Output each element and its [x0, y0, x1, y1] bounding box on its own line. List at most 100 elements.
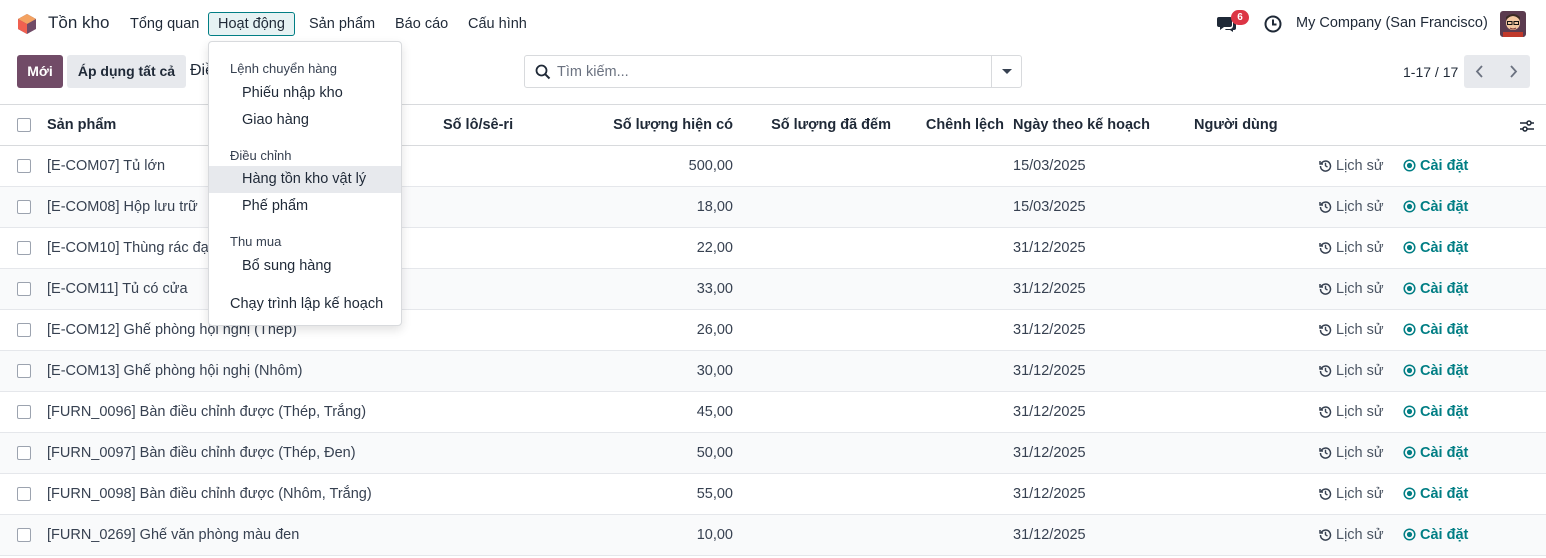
row-checkbox[interactable] — [17, 487, 31, 501]
history-button[interactable]: Lịch sử — [1319, 281, 1384, 297]
column-difference[interactable]: Chênh lệch — [904, 117, 1004, 133]
table-row[interactable]: [FURN_0269] Ghế văn phòng màu đen 10,00 31… — [0, 515, 1546, 556]
history-button[interactable]: Lịch sử — [1319, 527, 1384, 543]
clock-icon[interactable] — [1264, 15, 1282, 33]
search-options-toggle[interactable] — [991, 56, 1021, 87]
row-checkbox[interactable] — [17, 159, 31, 173]
cell-on-hand: 30,00 — [696, 363, 733, 379]
history-button[interactable]: Lịch sử — [1319, 404, 1384, 420]
set-button[interactable]: Cài đặt — [1403, 240, 1468, 256]
column-user[interactable]: Người dùng — [1194, 117, 1278, 133]
set-button[interactable]: Cài đặt — [1403, 445, 1468, 461]
menu-item-replenishment[interactable]: Bổ sung hàng — [209, 253, 401, 280]
table-row[interactable]: [FURN_0097] Bàn điều chỉnh được (Thép, Đ… — [0, 433, 1546, 474]
column-lot[interactable]: Số lô/sê-ri — [443, 117, 513, 133]
menu-item-receipts[interactable]: Phiếu nhập kho — [209, 80, 401, 107]
history-icon — [1319, 365, 1332, 377]
cell-on-hand: 500,00 — [688, 158, 733, 174]
cell-product: [E-COM13] Ghế phòng hội nghị (Nhôm) — [47, 363, 303, 379]
cell-scheduled-date[interactable]: 31/12/2025 — [1013, 322, 1086, 338]
nav-reporting[interactable]: Báo cáo — [385, 12, 458, 36]
history-button[interactable]: Lịch sử — [1319, 445, 1384, 461]
row-checkbox[interactable] — [17, 282, 31, 296]
set-button[interactable]: Cài đặt — [1403, 158, 1468, 174]
set-label: Cài đặt — [1420, 199, 1469, 215]
set-label: Cài đặt — [1420, 527, 1469, 543]
optional-columns-icon[interactable] — [1520, 119, 1534, 133]
new-button[interactable]: Mới — [17, 55, 63, 88]
menu-item-scrap[interactable]: Phế phẩm — [209, 193, 401, 220]
cell-scheduled-date[interactable]: 31/12/2025 — [1013, 486, 1086, 502]
history-label: Lịch sử — [1336, 404, 1384, 420]
dropdown-section-transfers: Lệnh chuyển hàng — [230, 61, 337, 76]
row-checkbox[interactable] — [17, 200, 31, 214]
set-button[interactable]: Cài đặt — [1403, 527, 1468, 543]
table-row[interactable]: [E-COM13] Ghế phòng hội nghị (Nhôm) 30,00… — [0, 351, 1546, 392]
cell-scheduled-date[interactable]: 31/12/2025 — [1013, 527, 1086, 543]
set-label: Cài đặt — [1420, 281, 1469, 297]
nav-products[interactable]: Sản phẩm — [299, 12, 385, 36]
nav-overview[interactable]: Tổng quan — [120, 12, 209, 36]
history-button[interactable]: Lịch sử — [1319, 240, 1384, 256]
row-checkbox[interactable] — [17, 405, 31, 419]
company-switcher[interactable]: My Company (San Francisco) — [1296, 15, 1488, 31]
set-button[interactable]: Cài đặt — [1403, 281, 1468, 297]
history-icon — [1319, 406, 1332, 418]
set-button[interactable]: Cài đặt — [1403, 486, 1468, 502]
column-counted[interactable]: Số lượng đã đếm — [771, 117, 891, 133]
chat-badge: 6 — [1231, 10, 1249, 25]
bullseye-icon — [1403, 241, 1416, 254]
nav-operations[interactable]: Hoạt động — [208, 12, 295, 36]
set-button[interactable]: Cài đặt — [1403, 363, 1468, 379]
table-row[interactable]: [FURN_0098] Bàn điều chỉnh được (Nhôm, T… — [0, 474, 1546, 515]
cell-scheduled-date[interactable]: 31/12/2025 — [1013, 404, 1086, 420]
history-label: Lịch sử — [1336, 240, 1384, 256]
column-on-hand[interactable]: Số lượng hiện có — [613, 117, 733, 133]
history-label: Lịch sử — [1336, 281, 1384, 297]
cell-scheduled-date[interactable]: 31/12/2025 — [1013, 281, 1086, 297]
table-row[interactable]: [FURN_0096] Bàn điều chỉnh được (Thép, T… — [0, 392, 1546, 433]
cell-scheduled-date[interactable]: 15/03/2025 — [1013, 158, 1086, 174]
menu-item-deliveries[interactable]: Giao hàng — [209, 107, 401, 134]
cell-product: [E-COM07] Tủ lớn — [47, 158, 166, 174]
history-button[interactable]: Lịch sử — [1319, 486, 1384, 502]
cell-scheduled-date[interactable]: 31/12/2025 — [1013, 363, 1086, 379]
row-checkbox[interactable] — [17, 323, 31, 337]
set-button[interactable]: Cài đặt — [1403, 199, 1468, 215]
row-checkbox[interactable] — [17, 528, 31, 542]
history-button[interactable]: Lịch sử — [1319, 322, 1384, 338]
history-label: Lịch sử — [1336, 322, 1384, 338]
nav-configuration[interactable]: Cấu hình — [458, 12, 537, 36]
apply-all-button[interactable]: Áp dụng tất cả — [67, 55, 186, 88]
cell-product: [FURN_0096] Bàn điều chỉnh được (Thép, T… — [47, 404, 367, 420]
set-button[interactable]: Cài đặt — [1403, 322, 1468, 338]
history-icon — [1319, 242, 1332, 254]
search-input[interactable] — [557, 62, 987, 82]
inventory-app-logo-icon[interactable] — [17, 13, 37, 35]
cell-scheduled-date[interactable]: 15/03/2025 — [1013, 199, 1086, 215]
set-button[interactable]: Cài đặt — [1403, 404, 1468, 420]
app-name[interactable]: Tồn kho — [48, 13, 109, 33]
menu-item-physical-inventory[interactable]: Hàng tồn kho vật lý — [209, 166, 401, 193]
pager-value[interactable]: 1-17 / 17 — [1403, 64, 1458, 80]
dropdown-section-procurement: Thu mua — [230, 234, 282, 249]
operations-dropdown: Lệnh chuyển hàng Phiếu nhập kho Giao hàn… — [208, 41, 402, 326]
top-navbar: Tồn kho Tổng quan Hoạt động Sản phẩm Báo… — [0, 0, 1546, 47]
row-checkbox[interactable] — [17, 241, 31, 255]
history-button[interactable]: Lịch sử — [1319, 199, 1384, 215]
user-avatar[interactable] — [1500, 11, 1526, 37]
cell-scheduled-date[interactable]: 31/12/2025 — [1013, 445, 1086, 461]
history-button[interactable]: Lịch sử — [1319, 158, 1384, 174]
bullseye-icon — [1403, 528, 1416, 541]
cell-scheduled-date[interactable]: 31/12/2025 — [1013, 240, 1086, 256]
column-product[interactable]: Sản phẩm — [47, 117, 116, 133]
column-scheduled-date[interactable]: Ngày theo kế hoạch — [1013, 117, 1150, 133]
row-checkbox[interactable] — [17, 446, 31, 460]
pager-next-button[interactable] — [1497, 55, 1530, 88]
history-button[interactable]: Lịch sử — [1319, 363, 1384, 379]
avatar-icon — [1500, 11, 1526, 37]
row-checkbox[interactable] — [17, 364, 31, 378]
select-all-checkbox[interactable] — [17, 118, 31, 132]
pager-previous-button[interactable] — [1464, 55, 1497, 88]
menu-item-run-scheduler[interactable]: Chạy trình lập kế hoạch — [209, 291, 401, 318]
